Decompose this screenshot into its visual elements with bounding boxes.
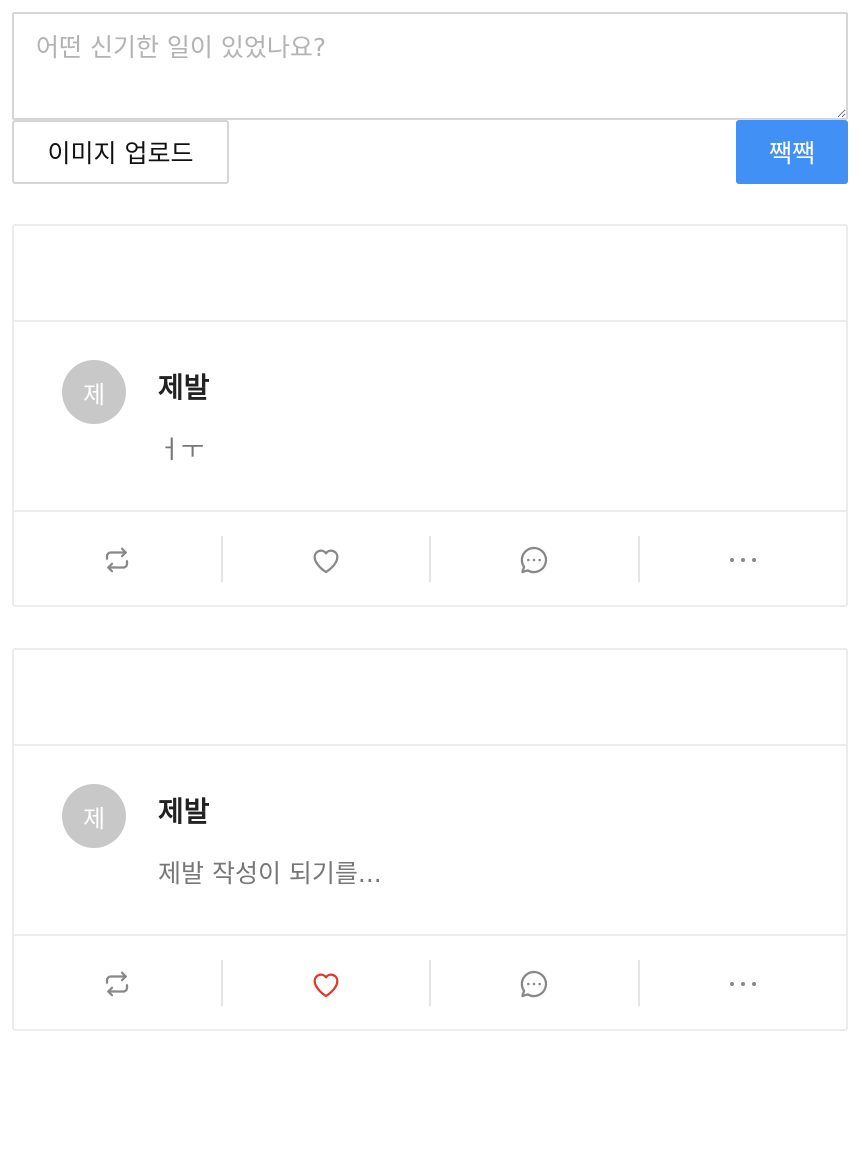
- post-author: 제발: [158, 371, 210, 404]
- like-button[interactable]: [223, 512, 430, 607]
- retweet-icon: [106, 547, 129, 572]
- retweet-button[interactable]: [14, 512, 221, 607]
- post-card-header: [14, 226, 846, 322]
- heart-icon: [313, 549, 339, 573]
- comment-button[interactable]: [431, 936, 638, 1031]
- more-icon: [729, 557, 756, 562]
- post-author: 제발: [158, 795, 210, 828]
- more-button[interactable]: [640, 936, 847, 1031]
- more-icon: [729, 981, 756, 986]
- avatar[interactable]: 제: [62, 360, 126, 424]
- comment-icon: [521, 970, 548, 997]
- post-actions: [14, 936, 846, 1031]
- comment-button[interactable]: [431, 512, 638, 607]
- comment-icon: [521, 546, 548, 573]
- heart-icon: [313, 973, 339, 997]
- tweet-submit-button[interactable]: 짹짹: [736, 120, 848, 184]
- tweet-input[interactable]: [12, 12, 848, 120]
- post-text: 제발 작성이 되기를...: [158, 859, 382, 888]
- post-content: 제 제발 ㅓㅜ: [14, 322, 846, 512]
- retweet-icon: [106, 971, 129, 996]
- more-button[interactable]: [640, 512, 847, 607]
- post-card-header: [14, 650, 846, 746]
- post-text: ㅓㅜ: [158, 435, 205, 464]
- like-button[interactable]: [223, 936, 430, 1031]
- post-content: 제 제발 제발 작성이 되기를...: [14, 746, 846, 936]
- retweet-button[interactable]: [14, 936, 221, 1031]
- image-upload-button[interactable]: 이미지 업로드: [12, 120, 229, 184]
- post-card: 제 제발 ㅓㅜ: [12, 224, 848, 607]
- post-card: 제 제발 제발 작성이 되기를...: [12, 648, 848, 1031]
- avatar[interactable]: 제: [62, 784, 126, 848]
- post-actions: [14, 512, 846, 607]
